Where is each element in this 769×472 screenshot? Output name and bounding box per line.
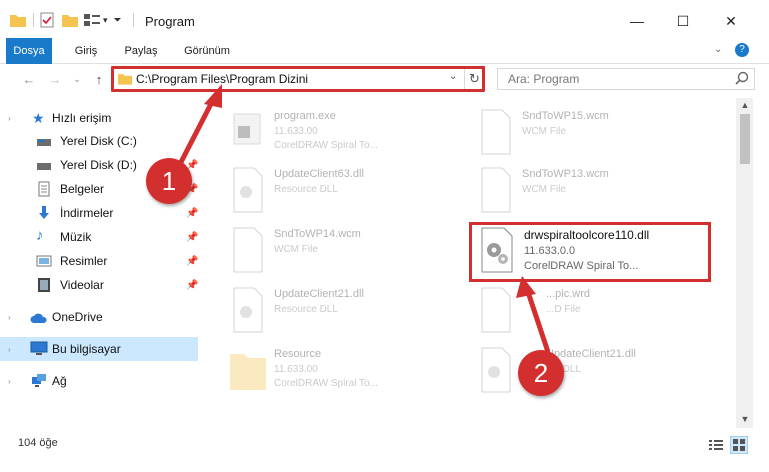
scroll-up-button[interactable]: ▲ <box>739 100 751 112</box>
scroll-down-button[interactable]: ▼ <box>739 414 751 426</box>
callout-badge-2: 2 <box>518 350 564 396</box>
details-view-icon[interactable] <box>708 438 724 452</box>
tiles-view-icon[interactable] <box>730 436 748 454</box>
annotation-overlay <box>175 84 551 353</box>
arrow-1-head <box>204 84 222 108</box>
arrow-1-line <box>175 98 216 170</box>
callout-badge-1: 1 <box>146 158 192 204</box>
status-bar <box>0 428 769 472</box>
item-count: 104 öğe <box>18 437 58 449</box>
arrow-2-line <box>525 291 551 353</box>
scroll-thumb[interactable] <box>740 114 750 164</box>
arrow-2-head <box>516 276 536 298</box>
